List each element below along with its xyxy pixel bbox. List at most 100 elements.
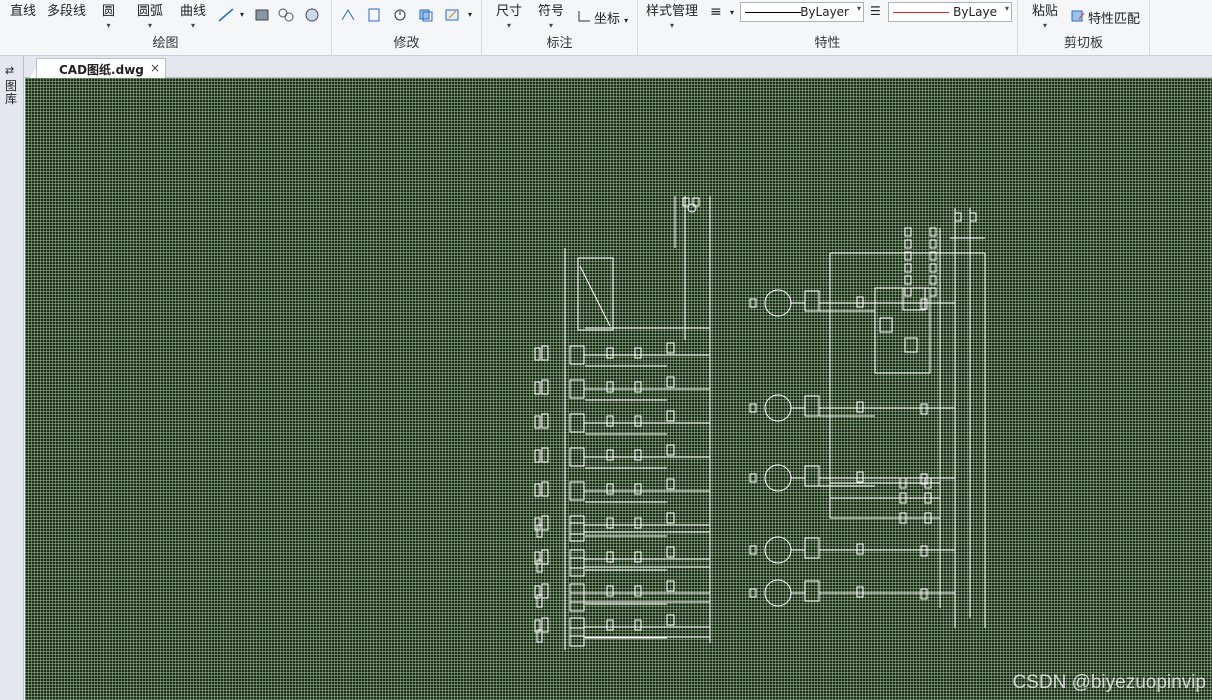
clipboard-group-title: 剪切板	[1063, 36, 1103, 51]
modify-caret-icon[interactable]: ▾	[468, 10, 472, 19]
component-box	[804, 395, 820, 417]
motor-symbol	[764, 536, 792, 564]
polyline-button[interactable]: 多段线	[47, 0, 86, 19]
component-box	[666, 342, 675, 354]
arc-label: 圆弧	[137, 4, 164, 19]
component-box	[929, 287, 937, 297]
coordinate-label: 坐标	[594, 12, 621, 27]
arc-caret-icon: ▾	[148, 21, 153, 30]
region-icon[interactable]	[278, 8, 294, 22]
motor-symbol	[687, 203, 697, 213]
linetype-select[interactable]: ByLayer ▾	[740, 2, 864, 22]
component-box	[569, 379, 585, 399]
component-box	[606, 585, 614, 597]
component-box	[969, 212, 977, 222]
component-box	[541, 583, 549, 599]
component-box	[904, 287, 912, 297]
component-box	[534, 347, 541, 361]
lineweight-icon[interactable]: ≡	[710, 4, 722, 20]
component-box	[569, 617, 585, 637]
motor-symbol	[764, 464, 792, 492]
dimension-button[interactable]: 尺寸 ▾	[496, 0, 522, 30]
component-box	[666, 546, 675, 558]
mirror-icon[interactable]	[340, 8, 356, 22]
color-dropdown-icon: ▾	[1004, 4, 1009, 13]
coordinate-button[interactable]: 坐标 ▾	[594, 8, 628, 27]
curve-label: 曲线	[180, 4, 207, 19]
match-properties-button[interactable]: 特性匹配	[1088, 8, 1140, 27]
layer-lines-icon[interactable]: ☰	[870, 4, 881, 18]
palette-label[interactable]: 图库	[5, 80, 19, 106]
motor-symbol	[764, 289, 792, 317]
wire-line	[579, 265, 611, 327]
component-box	[541, 447, 549, 463]
drawing-canvas[interactable]: CSDN @biyezuopinvip	[25, 78, 1212, 700]
dimension-caret-icon: ▾	[507, 21, 512, 30]
palette-pin-icon[interactable]: ⇄	[5, 64, 14, 77]
clipboard-group: 粘贴 ▾ 特性匹配 剪切板	[1018, 0, 1150, 56]
dimension-label: 尺寸	[496, 4, 523, 19]
component-box	[606, 449, 614, 461]
arc-button[interactable]: 圆弧 ▾	[137, 0, 163, 30]
xline-icon[interactable]	[218, 8, 234, 22]
document-tab-strip: CAD图纸.dwg ×	[0, 56, 1212, 78]
draw-group: 直线 多段线 圆 ▾ 圆弧 ▾ 曲线 ▾ ▾ 绘图	[0, 0, 332, 56]
symbol-caret-icon: ▾	[549, 21, 554, 30]
component-box	[682, 197, 690, 207]
component-box	[634, 347, 642, 359]
component-box	[856, 586, 864, 598]
component-box	[929, 239, 937, 249]
component-box	[749, 298, 757, 308]
document-tab[interactable]: CAD图纸.dwg ×	[36, 58, 166, 78]
component-box	[856, 401, 864, 413]
close-icon[interactable]: ×	[150, 61, 160, 75]
linetype-preview	[745, 12, 801, 13]
component-box	[879, 317, 893, 333]
component-box	[749, 403, 757, 413]
component-box	[569, 447, 585, 467]
match-properties-label: 特性匹配	[1088, 12, 1141, 27]
boundary-icon[interactable]	[304, 8, 320, 22]
component-box	[634, 449, 642, 461]
lineweight-caret-icon[interactable]: ▾	[730, 8, 734, 17]
style-manager-label: 样式管理	[646, 4, 699, 19]
component-box	[856, 543, 864, 555]
paste-button[interactable]: 粘贴 ▾	[1032, 0, 1058, 30]
component-box	[634, 517, 642, 529]
properties-group-title: 特性	[814, 36, 841, 51]
component-box	[929, 263, 937, 273]
component-box	[541, 379, 549, 395]
symbol-button[interactable]: 符号 ▾	[538, 0, 564, 30]
coordinate-caret-icon: ▾	[624, 16, 629, 25]
motor-symbol	[764, 394, 792, 422]
curve-button[interactable]: 曲线 ▾	[180, 0, 206, 30]
copy-icon[interactable]	[418, 8, 434, 22]
rotate-icon[interactable]	[392, 8, 408, 22]
properties-group: 样式管理 ▾ ≡ ▾ ByLayer ▾ ☰ ByLaye ▾ 特性	[638, 0, 1018, 56]
hatch-icon[interactable]	[254, 8, 270, 22]
component-box	[541, 345, 549, 361]
circle-button[interactable]: 圆 ▾	[102, 0, 115, 30]
xline-caret-icon[interactable]: ▾	[240, 10, 244, 19]
annotate-group-title: 标注	[546, 36, 573, 51]
component-box	[577, 257, 614, 331]
component-box	[634, 551, 642, 563]
edit-icon[interactable]	[444, 8, 460, 22]
component-box	[904, 275, 912, 285]
component-box	[606, 381, 614, 393]
paste-label: 粘贴	[1032, 4, 1059, 19]
modify-group: ▾ 修改	[332, 0, 482, 56]
color-value: ByLaye	[953, 5, 997, 19]
offset-icon[interactable]	[366, 8, 382, 22]
library-palette: ⇄ 图库	[0, 56, 24, 700]
component-box	[749, 473, 757, 483]
component-box	[749, 545, 757, 555]
color-select[interactable]: ByLaye ▾	[888, 2, 1012, 22]
component-box	[904, 263, 912, 273]
component-box	[804, 465, 820, 487]
line-button[interactable]: 直线	[10, 0, 36, 19]
component-box	[569, 522, 585, 542]
component-box	[634, 415, 642, 427]
style-manager-button[interactable]: 样式管理 ▾	[646, 0, 698, 30]
document-tab-label: CAD图纸.dwg	[59, 63, 144, 77]
